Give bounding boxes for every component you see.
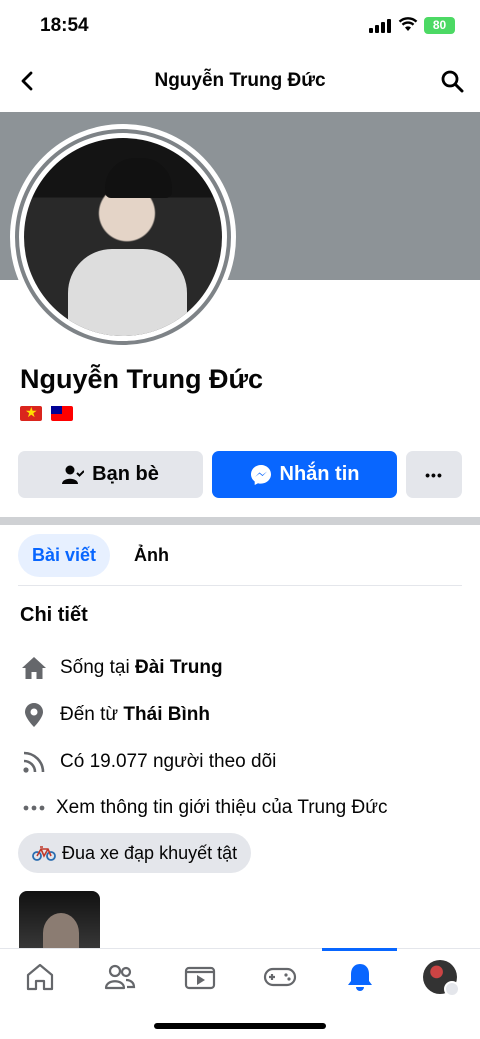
tab-notifications[interactable] <box>340 954 380 1000</box>
video-icon <box>184 966 216 990</box>
thumbnail-face <box>43 913 79 953</box>
featured-photo-thumbnail[interactable] <box>19 891 100 953</box>
detail-see-intro[interactable]: Xem thông tin giới thiệu của Trung Đức <box>20 792 387 824</box>
messenger-icon <box>250 464 271 485</box>
detail-followers-text: Có 19.077 người theo dõi <box>60 751 277 772</box>
profile-actions: Bạn bè Nhắn tin ••• <box>18 451 462 498</box>
friends-button[interactable]: Bạn bè <box>18 451 203 498</box>
more-icon: ••• <box>425 466 443 483</box>
friend-check-icon <box>62 465 85 484</box>
tab-photos[interactable]: Ảnh <box>120 534 183 577</box>
vietnam-flag-icon <box>20 404 42 421</box>
home-outline-icon <box>26 963 54 991</box>
detail-lives-prefix: Sống tại <box>60 657 135 678</box>
bottom-tab-bar <box>0 948 480 1008</box>
status-bar: 18:54 80 <box>0 0 480 52</box>
tab-menu-profile[interactable] <box>420 954 460 1000</box>
profile-avatar[interactable] <box>10 124 236 350</box>
avatar-hair <box>105 158 172 198</box>
bio-flags <box>20 404 73 421</box>
bicycle-icon <box>32 846 56 861</box>
more-options-button[interactable]: ••• <box>406 451 462 498</box>
hobby-chip[interactable]: Đua xe đạp khuyết tật <box>18 833 252 873</box>
tab-video[interactable] <box>180 954 220 1000</box>
detail-lives-in: Sống tại Đài Trung <box>20 652 223 684</box>
friends-button-label: Bạn bè <box>92 463 159 485</box>
page-title: Nguyễn Trung Đức <box>154 70 326 91</box>
menu-badge-icon <box>444 981 460 997</box>
active-tab-indicator <box>322 948 397 951</box>
detail-followers[interactable]: Có 19.077 người theo dõi <box>20 746 276 778</box>
message-button-label: Nhắn tin <box>279 463 360 485</box>
detail-from: Đến từ Thái Bình <box>20 699 210 731</box>
tab-gaming[interactable] <box>260 954 300 1000</box>
detail-from-prefix: Đến từ <box>60 704 124 725</box>
home-indicator <box>154 1023 326 1029</box>
friends-icon <box>104 964 136 990</box>
hobby-chip-label: Đua xe đạp khuyết tật <box>62 842 238 863</box>
avatar-story-ring <box>15 129 231 345</box>
tab-home[interactable] <box>20 954 60 1000</box>
location-pin-icon <box>20 701 48 729</box>
more-dots-icon <box>20 794 48 822</box>
battery-indicator: 80 <box>424 17 455 34</box>
tabs-divider <box>18 585 462 586</box>
menu-avatar <box>423 960 460 997</box>
search-icon[interactable] <box>440 69 464 93</box>
detail-from-place[interactable]: Thái Bình <box>123 704 210 726</box>
gamepad-icon <box>263 967 297 987</box>
detail-lives-place[interactable]: Đài Trung <box>135 657 223 679</box>
wifi-icon <box>398 17 418 31</box>
status-time: 18:54 <box>40 15 89 36</box>
top-nav: Nguyễn Trung Đức <box>0 52 480 110</box>
section-divider <box>0 517 480 525</box>
taiwan-flag-icon <box>51 406 73 421</box>
rss-followers-icon <box>20 748 48 776</box>
tab-posts[interactable]: Bài viết <box>18 534 111 577</box>
home-icon <box>20 654 48 682</box>
avatar-shirt <box>68 249 187 336</box>
message-button[interactable]: Nhắn tin <box>212 451 397 498</box>
tab-friends[interactable] <box>100 954 140 1000</box>
profile-tabs: Bài viết Ảnh <box>18 534 183 578</box>
avatar-photo <box>24 138 222 336</box>
detail-see-intro-text: Xem thông tin giới thiệu của Trung Đức <box>56 797 388 818</box>
profile-name: Nguyễn Trung Đức <box>20 364 264 394</box>
bell-icon <box>348 964 372 991</box>
details-title: Chi tiết <box>20 604 88 626</box>
signal-icon <box>369 19 391 33</box>
